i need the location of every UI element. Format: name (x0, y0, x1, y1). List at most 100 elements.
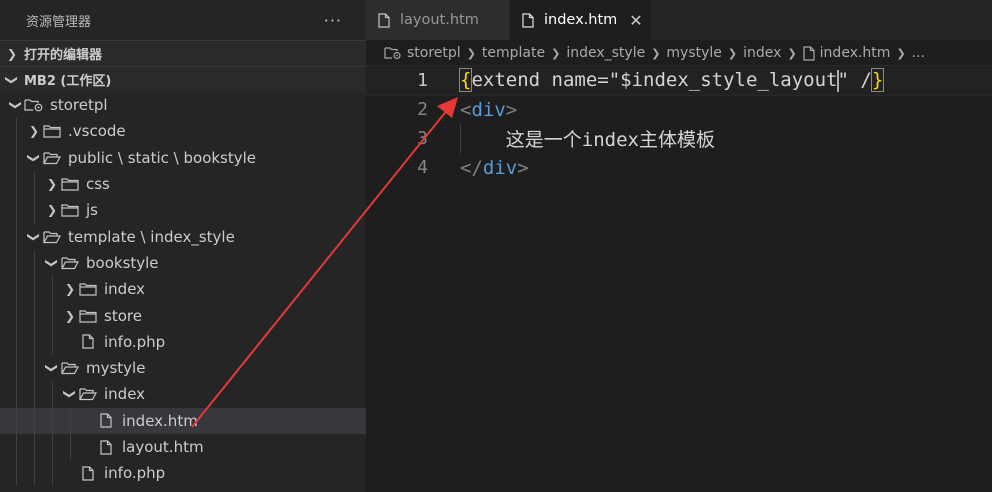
tab-layout-htm[interactable]: layout.htm (366, 0, 510, 40)
file-icon (96, 413, 116, 429)
tree-file-item[interactable]: index.htm (0, 407, 366, 434)
root-folder-icon (384, 46, 402, 60)
code-line-1[interactable]: 1 {extend name="$index_style_layout" /} (365, 65, 992, 96)
folder-icon (60, 202, 80, 218)
breadcrumb-item[interactable]: storetpl (407, 45, 461, 61)
tree-item-label: index (104, 280, 146, 299)
folder-open-icon (42, 150, 62, 166)
indent-guide (34, 302, 35, 329)
tag-bracket: > (517, 156, 529, 179)
chevron-down-icon: ❯ (9, 100, 23, 111)
tag-name: div (471, 98, 506, 121)
tree-item-label: mystyle (86, 359, 146, 378)
indent-guide (16, 249, 17, 277)
tree-item-label: layout.htm (122, 438, 204, 456)
open-brace: { (458, 68, 473, 93)
breadcrumb-item[interactable]: ... (912, 45, 925, 61)
indent-guide (52, 276, 53, 303)
indent-guide (16, 197, 17, 224)
explorer-title: 资源管理器 (26, 14, 92, 30)
tree-folder-item[interactable]: ❯ storetpl (0, 92, 366, 118)
close-icon[interactable]: ✕ (629, 11, 642, 30)
tree-item-label: info.php (104, 332, 166, 351)
indent-guide (16, 354, 17, 382)
indent-guide (34, 433, 35, 461)
breadcrumb-item[interactable]: index (743, 45, 781, 61)
indent-guide (34, 407, 35, 434)
tree-item-label: js (86, 201, 98, 220)
breadcrumb-item[interactable]: index.htm (820, 45, 891, 61)
indent-guide (34, 170, 35, 198)
breadcrumb-item[interactable]: index_style (566, 45, 645, 61)
breadcrumb-item[interactable]: mystyle (666, 45, 722, 61)
indent-guide (16, 170, 17, 198)
more-actions-icon[interactable]: ··· (324, 11, 342, 30)
indent-guide (16, 118, 17, 145)
tree-folder-item[interactable]: ❯ css (0, 170, 366, 198)
indent-guide (34, 328, 35, 355)
indent-guide (52, 433, 53, 461)
folder-open-icon (78, 386, 98, 402)
chevron-down-icon: ❯ (45, 257, 59, 268)
indent-guide (70, 433, 71, 461)
tree-folder-item[interactable]: ❯ js (0, 197, 366, 224)
workspace-section[interactable]: ❯ MB2 (工作区) (0, 66, 366, 92)
tree-item-label: template \ index_style (68, 227, 235, 246)
indent-guide (16, 328, 17, 355)
tree-item-label: css (86, 175, 110, 194)
tree-folder-item[interactable]: ❯ index (0, 276, 366, 303)
code-text: </div> (460, 157, 529, 179)
breadcrumb-item[interactable]: template (482, 45, 545, 61)
tree-folder-item[interactable]: ❯ public \ static \ bookstyle (0, 144, 366, 171)
folder-icon (78, 281, 98, 297)
breadcrumb: storetpl ❯ template ❯ index_style ❯ myst… (366, 40, 992, 66)
explorer-sidebar: 资源管理器 ··· ❯ 打开的编辑器 ❯ MB2 (工作区) ❯ storetpl… (0, 0, 366, 492)
indent-guide (460, 124, 461, 153)
code-editor[interactable]: 1 {extend name="$index_style_layout" /} … (365, 65, 992, 492)
tree-item-label: storetpl (50, 96, 108, 115)
tag-name: div (482, 156, 518, 179)
tree-item-label: info.php (104, 464, 166, 483)
open-editors-section[interactable]: ❯ 打开的编辑器 (0, 40, 366, 66)
tab-label: index.htm (544, 12, 618, 28)
indent-guide (52, 407, 53, 434)
tree-folder-item[interactable]: ❯ store (0, 302, 366, 329)
root-folder-icon (24, 97, 44, 113)
chevron-down-icon: ❯ (5, 74, 19, 85)
tree-item-label: index (104, 385, 146, 404)
chevron-down-icon: ❯ (45, 363, 59, 374)
tag-bracket: > (505, 98, 518, 121)
indent-guide (16, 433, 17, 461)
indent-guide (34, 354, 35, 382)
close-brace: } (870, 68, 885, 93)
indent-guide (16, 223, 17, 250)
indent-guide (34, 460, 35, 487)
tree-folder-item[interactable]: ❯ mystyle (0, 354, 366, 382)
tree-item-label: public \ static \ bookstyle (68, 148, 257, 167)
tab-index-htm[interactable]: index.htm ✕ (510, 0, 652, 40)
tree-file-item[interactable]: info.php (0, 460, 366, 487)
indent-guide (16, 460, 17, 487)
indent-guide (52, 460, 53, 487)
tree-folder-item[interactable]: ❯ .vscode (0, 118, 366, 145)
tree-folder-item[interactable]: ❯ bookstyle (0, 249, 366, 277)
tree-file-item[interactable]: info.php (0, 328, 366, 355)
explorer-header: 资源管理器 ··· (0, 0, 366, 40)
tree-folder-item[interactable]: ❯ template \ index_style (0, 223, 366, 250)
tree-folder-item[interactable]: ❯ index (0, 381, 366, 408)
indent-guide (16, 381, 17, 408)
editor-tabs: layout.htm index.htm ✕ (366, 0, 992, 40)
chevron-right-icon: ❯ (727, 46, 738, 60)
indent-guide (16, 144, 17, 171)
folder-icon (78, 308, 98, 324)
tree-item-label: index.htm (122, 411, 198, 430)
tree-item-label: bookstyle (86, 253, 159, 272)
indent-guide (34, 381, 35, 408)
code-line-4[interactable]: 4 </div> (366, 153, 992, 182)
chevron-right-icon: ❯ (6, 46, 18, 61)
line-number: 2 (417, 99, 428, 120)
code-text: {extend name="$index_style_layout" /} (458, 68, 885, 93)
code-line-2[interactable]: 2 <div> (366, 95, 992, 124)
tree-file-item[interactable]: layout.htm (0, 433, 366, 461)
tag-bracket: </ (460, 156, 483, 179)
